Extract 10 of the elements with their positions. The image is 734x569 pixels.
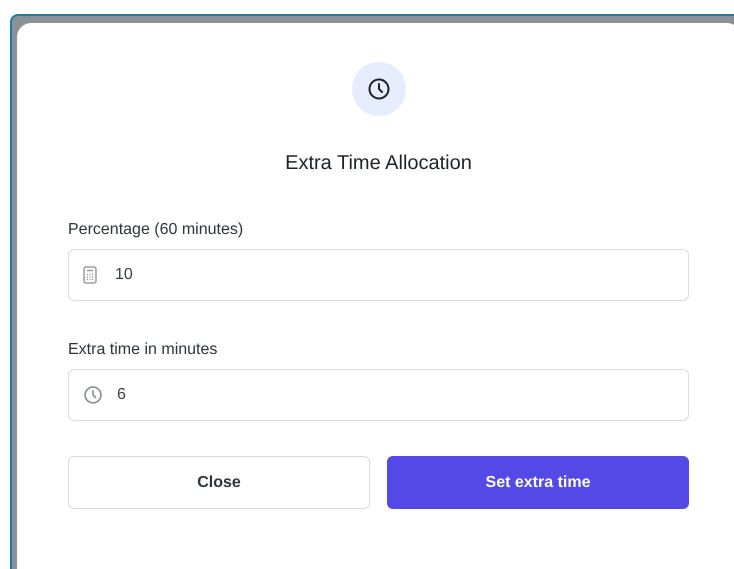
clock-icon <box>83 385 103 405</box>
field-label: Percentage (60 minutes) <box>68 221 244 239</box>
field-label: Extra time in minutes <box>68 341 218 359</box>
clock-icon <box>366 77 390 101</box>
input-field[interactable]: 6 <box>68 369 689 421</box>
input-field[interactable]: 10 <box>68 249 689 301</box>
calculator-icon <box>83 266 97 284</box>
set-extra-time-button[interactable]: Set extra time <box>387 456 689 509</box>
close-button[interactable]: Close <box>68 456 370 509</box>
dialog-title: Extra Time Allocation <box>285 152 472 175</box>
